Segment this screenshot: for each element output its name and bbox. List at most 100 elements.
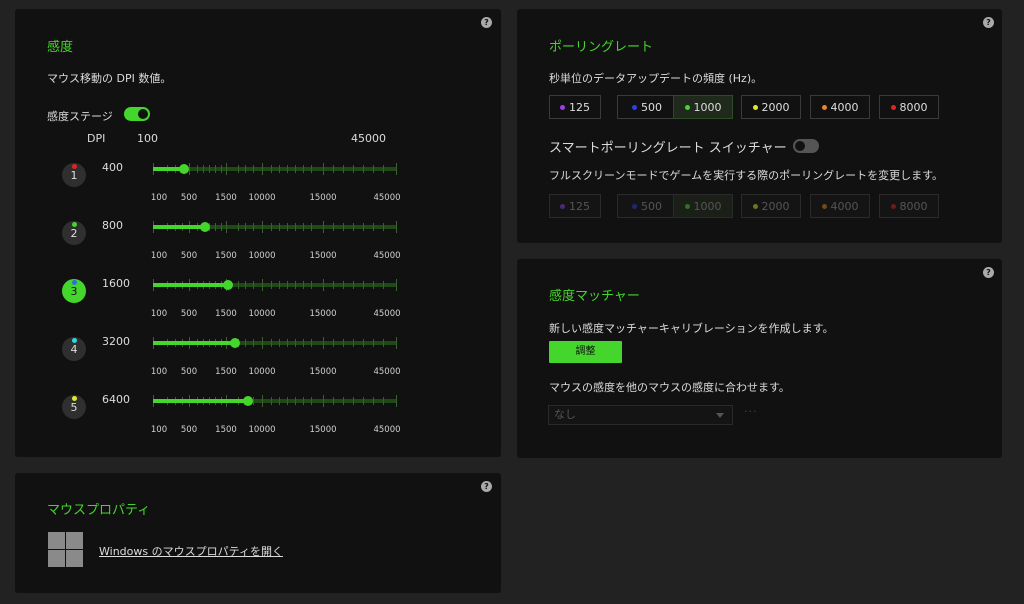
rate-color-dot [560, 203, 565, 209]
slider-tick [245, 339, 246, 347]
rate-button-125[interactable]: 125 [549, 95, 601, 119]
help-icon[interactable]: ? [983, 267, 994, 278]
slider-tick [343, 281, 344, 289]
slider-tick-label: 100 [150, 193, 168, 203]
slider-tick [271, 281, 272, 289]
dpi-stage-row: 3 1600 100 500 1500 10000 15000 45000 [62, 271, 402, 319]
rate-button-4000[interactable]: 4000 [810, 95, 870, 119]
windows-mouse-properties-link[interactable]: Windows のマウスプロパティを開く [99, 543, 283, 559]
dpi-slider[interactable]: 100 500 1500 10000 15000 45000 [151, 279, 401, 319]
stage-dpi-value[interactable]: 800 [102, 219, 123, 232]
slider-thumb[interactable] [179, 164, 189, 174]
smart-rate-button-500: 500 [617, 194, 677, 218]
stage-number: 4 [70, 343, 78, 356]
slider-tick-label: 10000 [248, 251, 276, 261]
slider-tick [287, 281, 288, 289]
slider-tick [253, 339, 254, 347]
slider-thumb[interactable] [230, 338, 240, 348]
stage-badge[interactable]: 1 [62, 163, 86, 187]
slider-tick-label: 15000 [309, 251, 337, 261]
slider-tick-label: 10000 [248, 193, 276, 203]
dpi-slider[interactable]: 100 500 1500 10000 15000 45000 [151, 395, 401, 435]
slider-major-tick [262, 395, 263, 407]
slider-tick [295, 397, 296, 405]
stage-badge[interactable]: 2 [62, 221, 86, 245]
slider-major-tick [262, 279, 263, 291]
slider-major-tick [226, 221, 227, 233]
rate-color-dot [684, 104, 690, 110]
slider-tick-label: 15000 [309, 309, 337, 319]
slider-tick [303, 339, 304, 347]
slider-tick [238, 165, 239, 173]
slider-tick [238, 223, 239, 231]
adjust-button[interactable]: 調整 [549, 341, 622, 363]
slider-tick-label: 45000 [373, 367, 401, 377]
help-icon[interactable]: ? [983, 17, 994, 28]
stage-badge[interactable]: 4 [62, 337, 86, 361]
stage-dpi-value[interactable]: 1600 [102, 277, 130, 290]
rate-label: 8000 [899, 100, 928, 114]
help-icon[interactable]: ? [481, 481, 492, 492]
slider-tick [373, 223, 374, 231]
slider-tick [221, 223, 222, 231]
slider-tick [363, 165, 364, 173]
rate-color-dot [821, 203, 827, 209]
slider-tick-label: 500 [180, 193, 198, 203]
slider-tick [353, 165, 354, 173]
slider-tick [383, 397, 384, 405]
slider-major-tick [323, 279, 324, 291]
stages-toggle[interactable] [124, 107, 150, 121]
matcher-description: 新しい感度マッチャーキャリブレーションを作成します。 [549, 322, 834, 335]
dpi-slider[interactable]: 100 500 1500 10000 15000 45000 [151, 221, 401, 261]
slider-thumb[interactable] [200, 222, 210, 232]
rate-color-dot [632, 104, 637, 110]
mouse-select[interactable]: なし [548, 405, 733, 425]
slider-tick [333, 339, 334, 347]
rate-button-500[interactable]: 500 [617, 95, 677, 119]
slider-tick [245, 165, 246, 173]
rate-button-8000[interactable]: 8000 [879, 95, 939, 119]
mouse-props-title: マウスプロパティ [47, 503, 151, 518]
match-description: マウスの感度を他のマウスの感度に合わせます。 [549, 381, 790, 394]
slider-tick-label: 500 [180, 367, 198, 377]
slider-major-tick [323, 163, 324, 175]
sensitivity-title: 感度 [47, 40, 74, 55]
rate-label: 4000 [830, 199, 859, 213]
slider-tick [383, 165, 384, 173]
stage-color-dot [72, 396, 77, 401]
rate-button-2000[interactable]: 2000 [741, 95, 801, 119]
slider-tick [295, 281, 296, 289]
dpi-slider[interactable]: 100 500 1500 10000 15000 45000 [151, 163, 401, 203]
slider-thumb[interactable] [243, 396, 253, 406]
stage-badge[interactable]: 5 [62, 395, 86, 419]
rate-color-dot [560, 104, 565, 110]
rate-label: 2000 [761, 199, 790, 213]
slider-tick [253, 397, 254, 405]
rate-button-1000[interactable]: 1000 [673, 95, 733, 119]
dpi-slider[interactable]: 100 500 1500 10000 15000 45000 [151, 337, 401, 377]
slider-major-tick [396, 163, 397, 175]
stage-dpi-value[interactable]: 3200 [102, 335, 130, 348]
slider-tick [333, 223, 334, 231]
slider-tick-label: 500 [180, 251, 198, 261]
stage-badge[interactable]: 3 [62, 279, 86, 303]
slider-thumb[interactable] [223, 280, 233, 290]
slider-tick [303, 165, 304, 173]
slider-tick [333, 281, 334, 289]
smart-switcher-toggle[interactable] [793, 139, 819, 153]
rate-label: 125 [569, 199, 590, 213]
polling-title: ポーリングレート [549, 40, 654, 55]
rate-color-dot [752, 104, 758, 110]
polling-description: 秒単位のデータアップデートの頻度 (Hz)。 [549, 72, 763, 85]
slider-tick [238, 281, 239, 289]
slider-tick [311, 397, 312, 405]
more-options-icon[interactable]: ··· [744, 405, 758, 418]
stage-dpi-value[interactable]: 400 [102, 161, 123, 174]
slider-tick [215, 165, 216, 173]
help-icon[interactable]: ? [481, 17, 492, 28]
slider-major-tick [396, 395, 397, 407]
slider-tick [373, 397, 374, 405]
slider-tick [373, 165, 374, 173]
range-min-label: 100 [137, 132, 158, 145]
stage-dpi-value[interactable]: 6400 [102, 393, 130, 406]
